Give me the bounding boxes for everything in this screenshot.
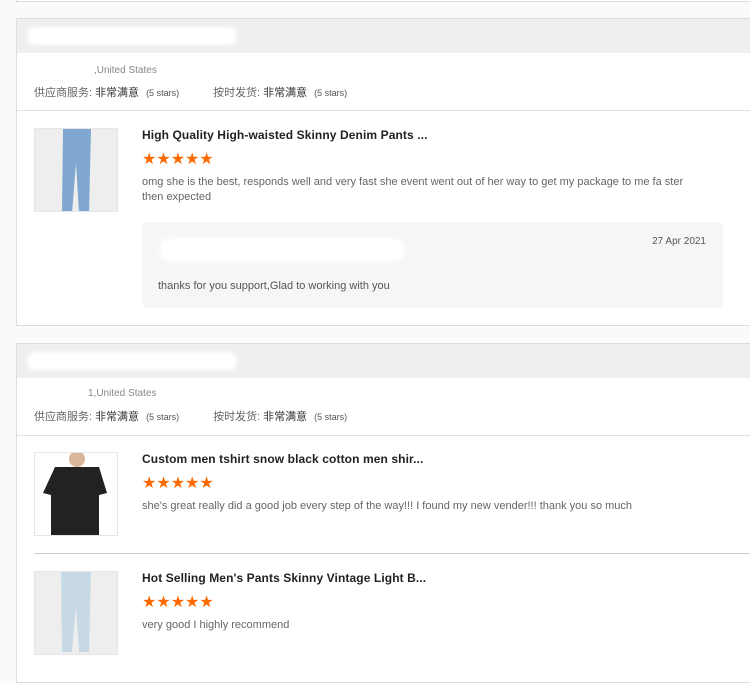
reply-date: 27 Apr 2021 bbox=[652, 236, 706, 247]
card-header bbox=[17, 344, 750, 378]
buyer-location: ,United States bbox=[94, 65, 157, 76]
divider bbox=[17, 435, 750, 436]
product-thumbnail[interactable] bbox=[34, 128, 118, 212]
seller-reply: 27 Apr 2021 thanks for you support,Glad … bbox=[142, 222, 723, 308]
product-title[interactable]: Custom men tshirt snow black cotton men … bbox=[142, 452, 423, 466]
product-thumbnail[interactable] bbox=[34, 571, 118, 655]
review-card: 1,United States 供应商服务: 非常满意 (5 stars) 按时发货… bbox=[16, 343, 750, 683]
rating-label: 供应商服务: bbox=[34, 411, 93, 423]
review-text: omg she is the best, responds well and v… bbox=[142, 176, 684, 203]
rating-stars: (5 stars) bbox=[146, 412, 180, 422]
jeans-image bbox=[35, 129, 117, 211]
redacted-buyer-name bbox=[27, 352, 237, 370]
seller-ratings: 供应商服务: 非常满意 (5 stars) 按时发货: 非常满意 (5 stars) bbox=[34, 408, 381, 424]
product-title[interactable]: High Quality High-waisted Skinny Denim P… bbox=[142, 128, 428, 142]
rating-value: 非常满意 bbox=[95, 87, 140, 99]
seller-ratings: 供应商服务: 非常满意 (5 stars) 按时发货: 非常满意 (5 stars) bbox=[34, 84, 381, 100]
rating-stars: (5 stars) bbox=[314, 88, 348, 98]
tshirt-image bbox=[35, 453, 117, 535]
review-text: very good I highly recommend bbox=[142, 619, 290, 631]
rating-stars: (5 stars) bbox=[146, 88, 180, 98]
star-rating: ★★★★★ bbox=[142, 475, 214, 492]
rating-stars: (5 stars) bbox=[314, 412, 348, 422]
star-rating: ★★★★★ bbox=[142, 151, 214, 168]
rating-label: 按时发货: bbox=[213, 87, 261, 99]
divider bbox=[17, 110, 750, 111]
reply-text: thanks for you support,Glad to working w… bbox=[158, 280, 390, 292]
star-rating: ★★★★★ bbox=[142, 594, 214, 611]
rating-label: 按时发货: bbox=[213, 411, 261, 423]
redacted-seller-name bbox=[160, 238, 405, 262]
rating-value: 非常满意 bbox=[263, 411, 308, 423]
jeans-image bbox=[35, 572, 117, 654]
review-text: she's great really did a good job every … bbox=[142, 500, 633, 512]
previous-review-card bbox=[16, 0, 750, 2]
product-title[interactable]: Hot Selling Men's Pants Skinny Vintage L… bbox=[142, 571, 426, 585]
buyer-location: 1,United States bbox=[88, 388, 157, 399]
redacted-buyer-name bbox=[27, 27, 237, 45]
divider bbox=[34, 553, 750, 554]
card-header bbox=[17, 19, 750, 53]
rating-value: 非常满意 bbox=[263, 87, 308, 99]
rating-label: 供应商服务: bbox=[34, 87, 93, 99]
product-thumbnail[interactable] bbox=[34, 452, 118, 536]
review-card: ,United States 供应商服务: 非常满意 (5 stars) 按时发货:… bbox=[16, 18, 750, 326]
rating-value: 非常满意 bbox=[95, 411, 140, 423]
